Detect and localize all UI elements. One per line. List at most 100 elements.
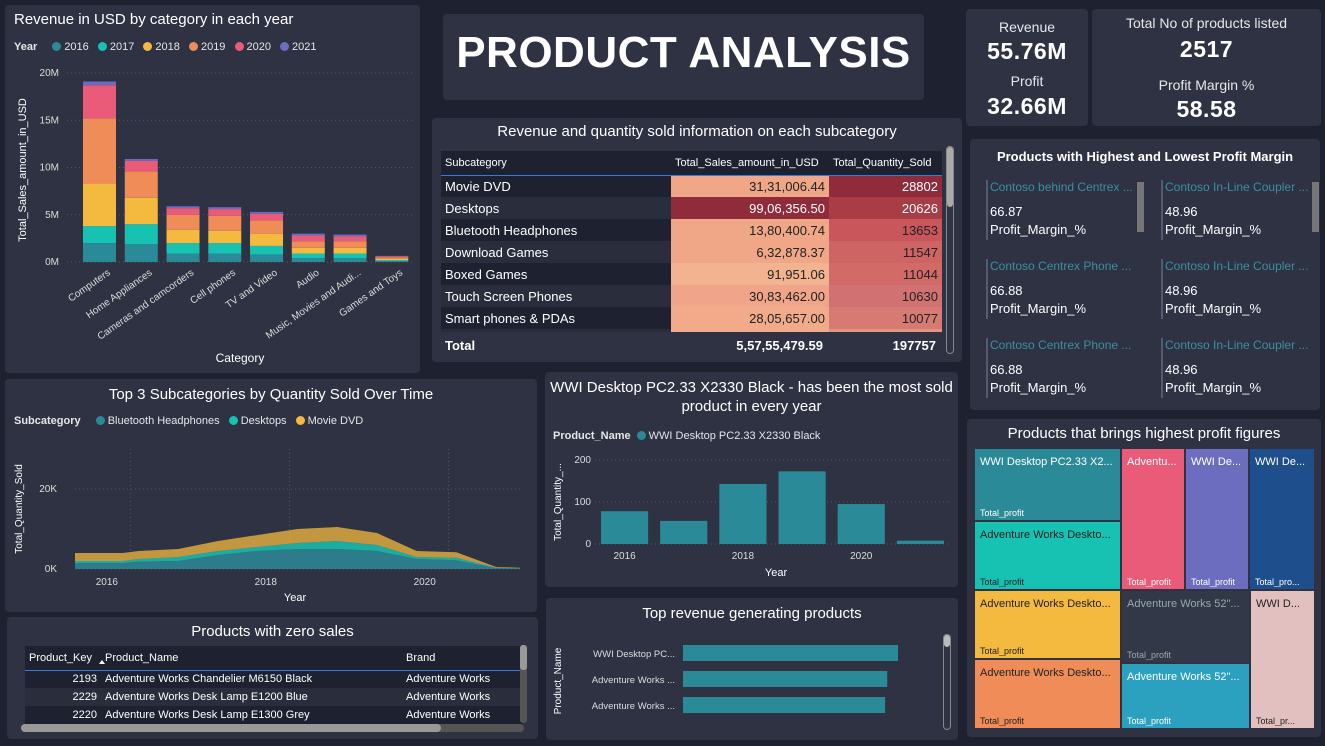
- y-tick-label: 0: [585, 539, 591, 550]
- treemap-tile[interactable]: Adventu... Total_profit: [1121, 448, 1185, 590]
- bar-segment: [166, 253, 200, 262]
- x-tick-label: 2018: [255, 577, 278, 588]
- card-accent: [986, 259, 988, 319]
- table-scrollbar[interactable]: [946, 146, 954, 354]
- col-total-sales[interactable]: Total_Sales_amount_in_USD: [671, 151, 829, 176]
- col-brand[interactable]: Brand: [402, 646, 523, 671]
- cell-subcategory: Smart phones & PDAs: [441, 307, 671, 329]
- col-product-name[interactable]: Product_Name: [101, 646, 402, 671]
- cell-subcategory: Touch Screen Phones: [441, 285, 671, 307]
- margin-card[interactable]: Contoso In-Line Coupler ... 48.96 Profit_M…: [1161, 259, 1320, 329]
- revenue-stacked-bar-chart[interactable]: 0M5M10M15M20MComputersHome AppliancesCam…: [5, 5, 420, 373]
- cell-brand: Adventure Works: [406, 691, 491, 703]
- tile-product-name: Adventure Works Deskto...: [980, 667, 1111, 679]
- margin-card[interactable]: Contoso In-Line Coupler ... 48.96 Profit_M…: [1161, 338, 1320, 408]
- y-tick-label: 20M: [40, 68, 59, 79]
- top-revenue-bar-chart[interactable]: WWI Desktop PC... Adventure Works ... Adve…: [546, 598, 958, 740]
- card-label: Profit_Margin_%: [990, 301, 1087, 316]
- margin-card[interactable]: Contoso In-Line Coupler ... 48.96 Profit_M…: [1161, 180, 1320, 250]
- cell-sales: 31,31,006.44: [671, 175, 829, 197]
- bar: [660, 520, 708, 544]
- bar-segment: [166, 229, 200, 244]
- margin-card[interactable]: Contoso Centrex Phone ... 66.88 Profit_Mar…: [986, 259, 1148, 329]
- treemap-tile[interactable]: Adventure Works 52"... Total_profit: [1121, 590, 1250, 663]
- treemap-tile[interactable]: WWI De... Total_profit: [1185, 448, 1249, 590]
- card-scrollbar[interactable]: [1137, 182, 1144, 232]
- zero-sales-panel: Products with zero sales Product_Key Pro…: [7, 617, 538, 739]
- tile-product-name: WWI D...: [1256, 598, 1300, 610]
- treemap-tile[interactable]: WWI D... Total_pr...: [1250, 590, 1315, 729]
- table-row[interactable]: Desktops 99,06,356.50 20626: [441, 197, 942, 219]
- margin-card[interactable]: Contoso behind Centrex ... 66.87 Profit_Ma…: [986, 180, 1148, 250]
- table-row[interactable]: Bluetooth Headphones 13,80,400.74 13653: [441, 219, 942, 241]
- total-qty: 197757: [892, 338, 936, 353]
- margin-card[interactable]: Contoso Centrex Phone ... 66.88 Profit_Mar…: [986, 338, 1148, 408]
- cell-subcategory: Bluetooth Headphones: [441, 219, 671, 241]
- bar: [683, 697, 886, 713]
- treemap-tile[interactable]: WWI De... Total_pro...: [1249, 448, 1315, 590]
- cell-subcategory: Desktops: [441, 197, 671, 219]
- table-row[interactable]: Touch Screen Phones 30,83,462.00 10630: [441, 285, 942, 307]
- y-tick-label: 10M: [40, 163, 59, 174]
- bar-segment: [333, 241, 367, 248]
- col-total-quantity[interactable]: Total_Quantity_Sold: [829, 151, 942, 176]
- profit-treemap[interactable]: WWI Desktop PC2.33 X2... Total_profit Adve…: [974, 448, 1315, 729]
- col-product-key[interactable]: Product_Key: [25, 646, 101, 671]
- treemap-tile[interactable]: Adventure Works Deskto... Total_profit: [974, 659, 1121, 729]
- bar-segment: [250, 254, 284, 262]
- zero-sales-table[interactable]: Product_Key Product_Name Brand 2193 Adven…: [25, 646, 523, 724]
- y-tick-label: Adventure Works ...: [592, 675, 675, 686]
- cell-brand: Adventure Works: [406, 709, 491, 721]
- table-row[interactable]: Movie DVD 31,31,006.44 28802: [441, 175, 942, 197]
- profit-margin-cards-panel: Products with Highest and Lowest Profit …: [970, 139, 1320, 410]
- subcategory-total-row: Total 5,57,55,479.59 197757: [441, 332, 942, 358]
- wwi-bar-chart[interactable]: 0 100 200 2016 2018 2020 Total_Quantity_... Yea…: [545, 372, 958, 587]
- top-revenue-scrollbar[interactable]: [943, 634, 951, 730]
- bar-segment: [208, 230, 242, 244]
- treemap-tile[interactable]: Adventure Works Deskto... Total_profit: [974, 521, 1121, 590]
- bar: [896, 540, 944, 544]
- revenue-label: Revenue: [998, 19, 1056, 35]
- card-label: Profit_Margin_%: [990, 380, 1087, 395]
- subcategory-table[interactable]: Subcategory Total_Sales_amount_in_USD To…: [441, 151, 942, 351]
- table-row[interactable]: 2229 Adventure Works Desk Lamp E1200 Blue…: [25, 688, 523, 706]
- y-tick-label: 0K: [45, 564, 58, 575]
- table-row[interactable]: Download Games 6,32,878.37 11547: [441, 241, 942, 263]
- bar: [778, 471, 826, 544]
- y-axis-label: Total_Quantity_...: [553, 463, 564, 541]
- cell-quantity: 11044: [829, 263, 942, 285]
- bar-segment: [375, 258, 409, 261]
- card-product-name: Contoso In-Line Coupler ...: [1165, 338, 1309, 352]
- cell-sales: 6,32,878.37: [671, 241, 829, 263]
- cell-subcategory: Download Games: [441, 241, 671, 263]
- bar-segment: [83, 226, 116, 244]
- bar-segment: [375, 260, 409, 262]
- treemap-tile[interactable]: Adventure Works 52"... Total_profit: [1121, 663, 1250, 729]
- treemap-tile[interactable]: Adventure Works Deskto... Total_profit: [974, 590, 1121, 659]
- zero-table-vscroll[interactable]: [520, 645, 527, 723]
- table-row[interactable]: 2193 Adventure Works Chandelier M6150 Bla…: [25, 670, 523, 688]
- cell-product-name: Adventure Works Desk Lamp E1200 Blue: [105, 691, 308, 703]
- table-row[interactable]: 2220 Adventure Works Desk Lamp E1300 Grey…: [25, 706, 523, 724]
- top3-ribbon-chart[interactable]: 0K 20K 2016 2018 2020 Total_Quantity_Sold Year: [5, 379, 537, 612]
- tile-product-name: Adventure Works Deskto...: [980, 529, 1111, 541]
- col-subcategory[interactable]: Subcategory: [441, 151, 671, 176]
- card-product-name: Contoso In-Line Coupler ...: [1165, 180, 1309, 194]
- cell-quantity: 11547: [829, 241, 942, 263]
- tile-measure-label: Total_profit: [980, 508, 1025, 518]
- cell-quantity: 20626: [829, 197, 942, 219]
- bar-segment: [83, 85, 116, 119]
- profit-label: Profit: [1010, 73, 1044, 89]
- y-tick-label: 200: [574, 455, 591, 466]
- kpi-revenue-profit-card: Revenue 55.76M Profit 32.66M: [966, 9, 1088, 126]
- bar-segment: [208, 207, 242, 210]
- cell-quantity: 10077: [829, 307, 942, 329]
- x-tick-label: 2016: [96, 577, 119, 588]
- table-row[interactable]: Smart phones & PDAs 28,05,657.00 10077: [441, 307, 942, 329]
- card-label: Profit_Margin_%: [1165, 222, 1262, 237]
- card-value: 66.88: [990, 283, 1023, 298]
- zero-table-hscroll[interactable]: [21, 724, 524, 732]
- card-scrollbar[interactable]: [1312, 182, 1319, 232]
- treemap-tile[interactable]: WWI Desktop PC2.33 X2... Total_profit: [974, 448, 1121, 521]
- table-row[interactable]: Boxed Games 91,951.06 11044: [441, 263, 942, 285]
